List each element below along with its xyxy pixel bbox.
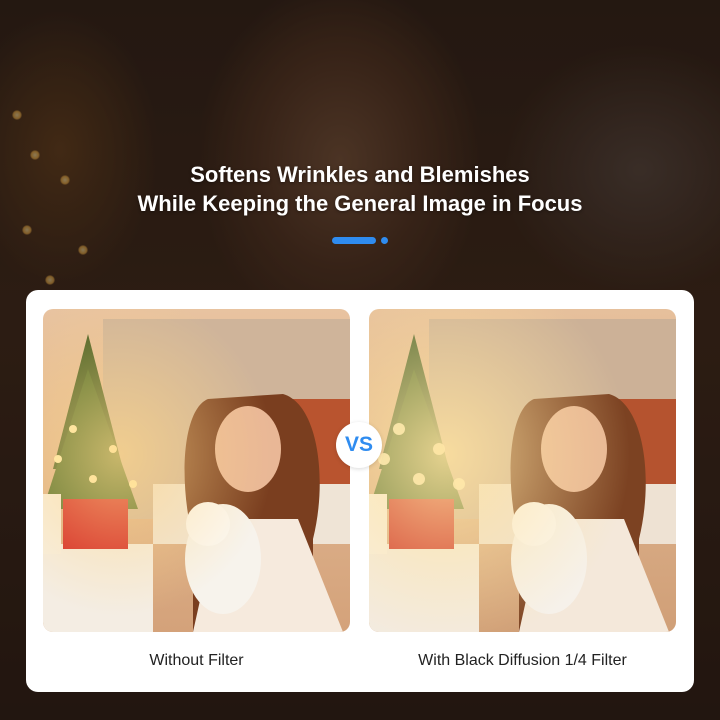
accent-dot [381,237,388,244]
headline-line-1: Softens Wrinkles and Blemishes [190,162,530,187]
caption-with-filter: With Black Diffusion 1/4 Filter [418,652,627,669]
photo-without-filter [43,309,350,632]
accent-bar [332,237,376,244]
vs-badge: VS [336,422,382,468]
headline: Softens Wrinkles and Blemishes While Kee… [0,160,720,218]
photo-with-black-diffusion-filter [369,309,676,632]
comparison-card: VS Without Filter With Black Diffusion 1… [26,290,694,692]
headline-line-2: While Keeping the General Image in Focus [137,191,583,216]
caption-without-filter: Without Filter [149,652,244,669]
